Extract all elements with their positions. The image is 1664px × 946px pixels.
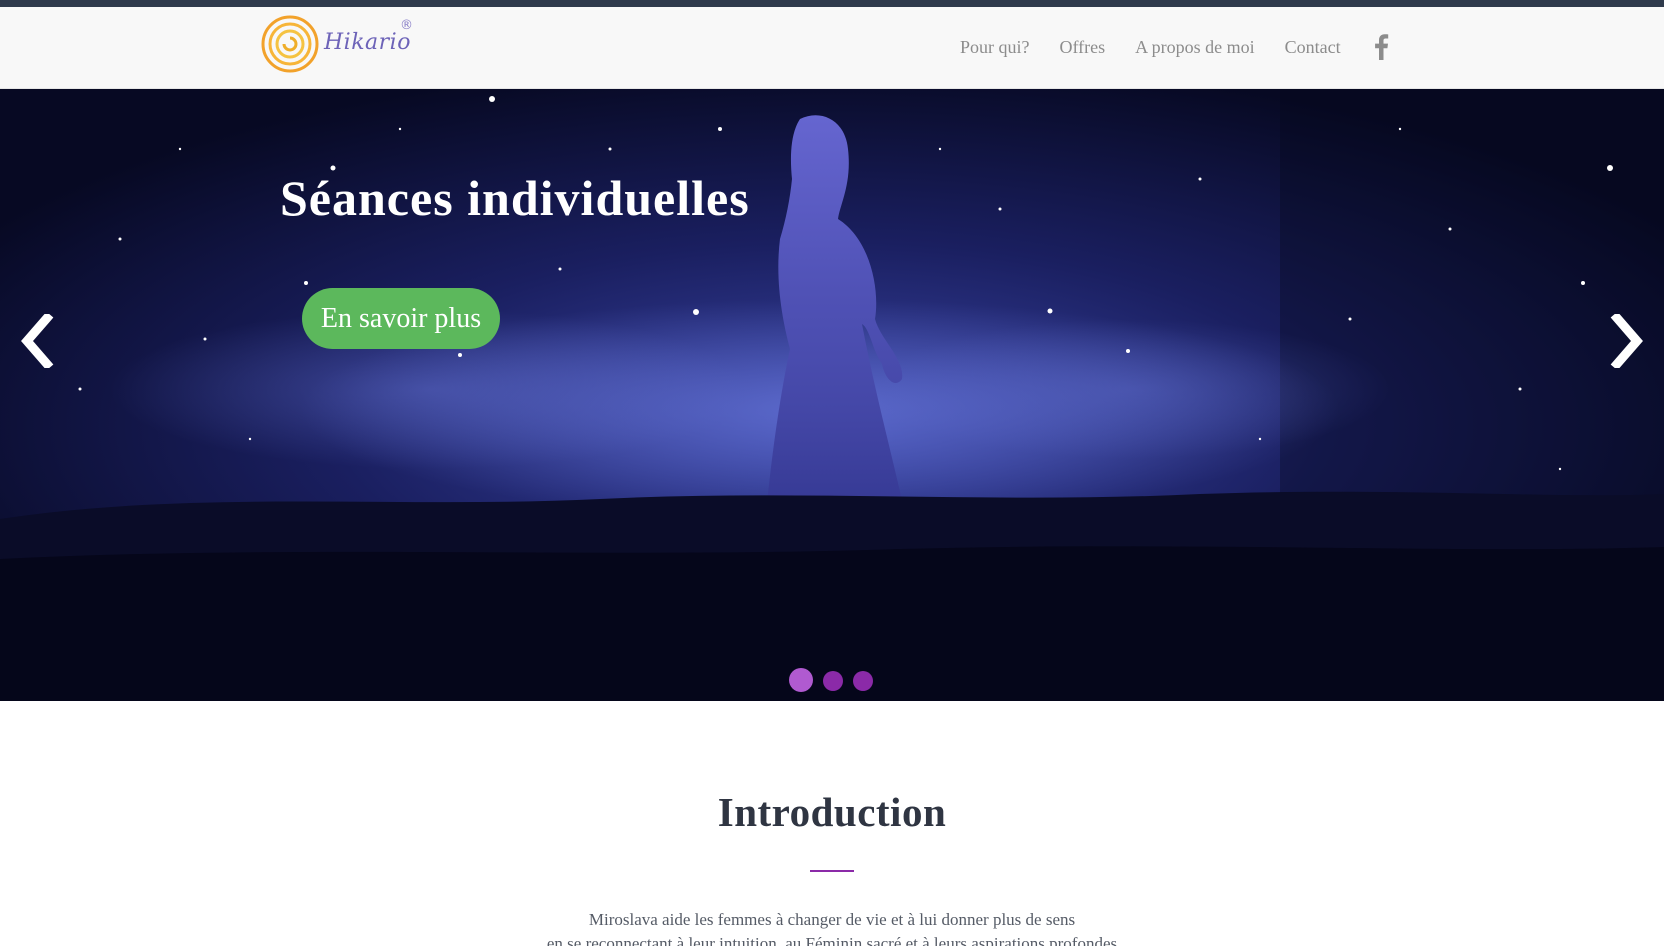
registered-mark: ® — [400, 18, 413, 33]
facebook-icon[interactable] — [1373, 34, 1389, 60]
intro-divider — [810, 870, 854, 872]
intro-line-1: Miroslava aide les femmes à changer de v… — [588, 910, 1076, 929]
nav-a-propos[interactable]: A propos de moi — [1135, 37, 1255, 58]
slide-dot-2[interactable] — [823, 671, 843, 691]
intro-line-2: en se reconnectant à leur intuition, au … — [546, 934, 1118, 946]
logo-text: Hikario — [324, 30, 411, 55]
slide-dot-1[interactable] — [789, 668, 813, 692]
hero-background-image — [0, 89, 1664, 701]
nav-pour-qui[interactable]: Pour qui? — [960, 37, 1030, 58]
spiral-logo-icon — [261, 15, 319, 73]
logo[interactable]: Hikario ® — [260, 14, 420, 78]
slider-pagination — [789, 668, 883, 692]
main-nav: Pour qui? Offres A propos de moi Contact — [960, 37, 1371, 58]
top-accent-bar — [0, 0, 1664, 7]
chevron-right-icon[interactable] — [1607, 314, 1647, 368]
learn-more-button[interactable]: En savoir plus — [302, 288, 500, 349]
intro-text: Miroslava aide les femmes à changer de v… — [0, 908, 1664, 946]
chevron-left-icon[interactable] — [17, 314, 57, 368]
nav-contact[interactable]: Contact — [1285, 37, 1341, 58]
intro-title: Introduction — [717, 789, 947, 835]
hero-slider: Séances individuelles En savoir plus — [0, 89, 1664, 701]
slide-dot-3[interactable] — [853, 671, 873, 691]
nav-offres[interactable]: Offres — [1060, 37, 1106, 58]
site-header: Hikario ® Pour qui? Offres A propos de m… — [0, 7, 1664, 89]
hero-title: Séances individuelles — [280, 170, 750, 226]
